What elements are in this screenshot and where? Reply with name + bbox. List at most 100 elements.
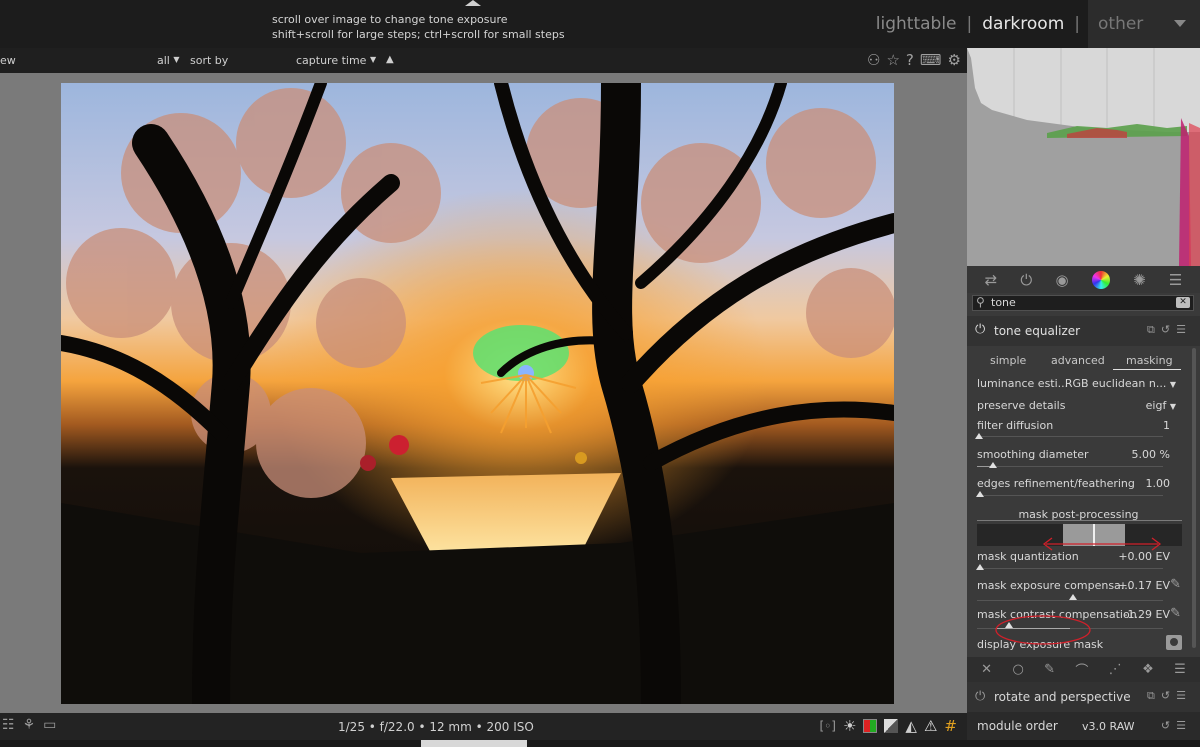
- filter-diffusion-label: filter diffusion: [977, 419, 1054, 432]
- slider-marker-icon[interactable]: [976, 491, 984, 497]
- bulb-icon[interactable]: ☀: [843, 717, 856, 735]
- presets-menu-icon[interactable]: ☰: [1176, 689, 1192, 702]
- presets-icon[interactable]: ⚇: [867, 51, 880, 69]
- reset-icon[interactable]: ↺: [1161, 689, 1176, 702]
- brush-icon[interactable]: ⌒: [1075, 660, 1088, 679]
- sort-order-arrow-icon[interactable]: ▲: [386, 54, 394, 65]
- color-picker-icon[interactable]: ✎: [1170, 577, 1181, 592]
- view-other-label: other: [1098, 14, 1144, 34]
- slider-marker-icon[interactable]: [976, 564, 984, 570]
- mask-contrast-slider[interactable]: [977, 628, 1163, 629]
- active-modules-icon[interactable]: ⏻: [1020, 271, 1032, 289]
- tab-simple[interactable]: simple: [990, 354, 1026, 367]
- histogram-graph: [967, 48, 1200, 266]
- photo-canvas[interactable]: [61, 83, 894, 704]
- color-picker-icon[interactable]: ✎: [1170, 606, 1181, 621]
- power-icon[interactable]: ⏻: [975, 322, 985, 337]
- softproof-icon[interactable]: [884, 719, 899, 733]
- view-lighttable[interactable]: lighttable: [866, 14, 967, 34]
- parametric-icon[interactable]: ❖: [1142, 662, 1154, 677]
- color-icon[interactable]: [1091, 270, 1110, 289]
- luminance-estimator-row[interactable]: luminance esti... RGB euclidean n... ▼: [977, 377, 1176, 390]
- collapse-top-panel-arrow-icon[interactable]: [465, 0, 481, 6]
- view-label-fragment: ew: [0, 54, 16, 67]
- luminance-estimator-label: luminance esti...: [977, 377, 1069, 390]
- mask-tools-bar: ✕ ○ ✎ ⌒ ⋰ ❖ ☰: [967, 657, 1200, 682]
- presets-menu-icon[interactable]: ☰: [1176, 719, 1192, 732]
- module-order-bar[interactable]: module order v3.0 RAW ↺☰: [967, 712, 1200, 740]
- tab-advanced[interactable]: advanced: [1051, 354, 1105, 367]
- menu-icon[interactable]: ☰: [1174, 662, 1186, 677]
- image-view-area[interactable]: [0, 73, 967, 713]
- tab-masking[interactable]: masking: [1126, 354, 1173, 367]
- reset-icon[interactable]: ↺: [1161, 719, 1176, 732]
- edges-refinement-label: edges refinement/feathering: [977, 477, 1135, 490]
- multi-instance-icon[interactable]: ⧉: [1147, 323, 1161, 336]
- filter-bar: ew all ▼ sort by capture time ▼ ▲ ⚇ ☆ ? …: [0, 48, 967, 73]
- luminance-estimator-value: RGB euclidean n... ▼: [1064, 377, 1176, 390]
- exif-info: 1/25 • f/22.0 • 12 mm • 200 ISO: [338, 720, 534, 734]
- display-icon[interactable]: ▭: [43, 717, 56, 733]
- focus-peaking-icon[interactable]: [◦]: [820, 719, 836, 733]
- reset-icon[interactable]: ↺: [1161, 323, 1176, 336]
- base-icon[interactable]: ◉: [1056, 271, 1069, 289]
- styles-icon[interactable]: ⚘: [23, 717, 36, 733]
- color-assessment-icon[interactable]: [863, 719, 878, 733]
- mask-exposure-slider[interactable]: [977, 600, 1163, 601]
- warning-icon[interactable]: ⚠: [924, 717, 937, 735]
- edges-refinement-row[interactable]: edges refinement/feathering 1.00: [977, 477, 1170, 490]
- effects-icon[interactable]: ✺: [1133, 271, 1146, 289]
- keyboard-icon[interactable]: ⌨: [920, 51, 942, 69]
- preserve-details-label: preserve details: [977, 399, 1066, 412]
- mask-quantization-row[interactable]: mask quantization +0.00 EV: [977, 550, 1170, 563]
- view-darkroom[interactable]: darkroom: [972, 14, 1074, 34]
- mask-contrast-row[interactable]: mask contrast compensation -1.29 EV: [977, 608, 1170, 621]
- display-mask-toggle[interactable]: [1166, 635, 1182, 650]
- multi-instance-icon[interactable]: ⧉: [1147, 689, 1161, 702]
- filter-dropdown[interactable]: all ▼: [157, 54, 180, 67]
- grid-icon[interactable]: ☷: [2, 717, 15, 733]
- power-icon[interactable]: ⏻: [975, 689, 985, 704]
- histogram[interactable]: [967, 48, 1200, 266]
- gear-icon[interactable]: ⚙: [948, 51, 961, 69]
- clear-search-icon[interactable]: ✕: [1176, 297, 1190, 308]
- quick-access-icon[interactable]: ⇄: [985, 271, 998, 289]
- sort-dropdown[interactable]: capture time ▼: [296, 54, 376, 67]
- mask-exposure-row[interactable]: mask exposure compensa... +0.17 EV: [977, 579, 1170, 592]
- preserve-details-row[interactable]: preserve details eigf ▼: [977, 399, 1176, 412]
- slider-marker-icon[interactable]: [989, 462, 997, 468]
- module-header-rotate[interactable]: ⏻ rotate and perspective ⧉↺☰: [967, 682, 1200, 712]
- module-header-icons: ⧉↺☰: [1147, 323, 1192, 337]
- presets-menu-icon[interactable]: ☰: [1176, 323, 1192, 336]
- module-order-value: v3.0 RAW: [1082, 720, 1135, 733]
- preserve-details-value: eigf ▼: [1145, 399, 1176, 412]
- search-value: tone: [991, 296, 1016, 309]
- gradient-icon[interactable]: ⋰: [1109, 662, 1122, 677]
- smoothing-diameter-slider[interactable]: [977, 466, 1163, 467]
- filmstrip-selected-thumb[interactable]: [421, 740, 527, 747]
- filter-diffusion-slider[interactable]: [977, 436, 1163, 437]
- module-group-tabs: ⇄ ⏻ ◉ ✺ ☰: [967, 266, 1200, 293]
- slider-marker-icon[interactable]: [1005, 622, 1013, 628]
- module-header-tone-equalizer[interactable]: ⏻ tone equalizer ⧉↺☰: [967, 316, 1200, 346]
- slider-marker-icon[interactable]: [1069, 594, 1077, 600]
- gamut-icon[interactable]: ◭: [905, 717, 917, 735]
- smoothing-diameter-row[interactable]: smoothing diameter 5.00 %: [977, 448, 1170, 461]
- mask-quantization-slider[interactable]: [977, 568, 1163, 569]
- guides-icon[interactable]: #: [944, 717, 957, 735]
- pen-icon[interactable]: ✎: [1044, 662, 1055, 677]
- bottom-right-icons: [◦] ☀ ◭ ⚠ #: [820, 717, 957, 735]
- view-other-dropdown[interactable]: other: [1088, 0, 1200, 48]
- panel-scrollbar[interactable]: [1192, 348, 1196, 648]
- edges-refinement-slider[interactable]: [977, 495, 1163, 496]
- module-search-input[interactable]: ⚲ tone ✕: [972, 295, 1194, 311]
- circle-icon[interactable]: ○: [1012, 662, 1023, 677]
- off-icon[interactable]: ✕: [981, 662, 992, 677]
- help-icon[interactable]: ?: [906, 51, 914, 69]
- star-icon[interactable]: ☆: [886, 51, 899, 69]
- slider-marker-icon[interactable]: [975, 433, 983, 439]
- filmstrip[interactable]: [0, 740, 1200, 747]
- module-name: rotate and perspective: [994, 690, 1131, 704]
- menu-icon[interactable]: ☰: [1169, 271, 1182, 289]
- filter-diffusion-row[interactable]: filter diffusion 1: [977, 419, 1170, 432]
